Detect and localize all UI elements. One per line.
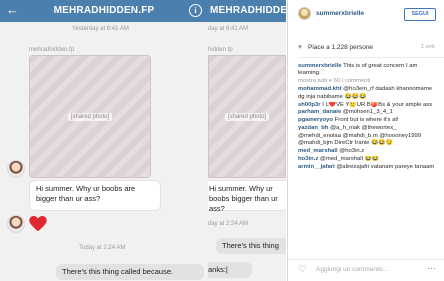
outgoing-message-bubble-cropped-1: There's this thing [216, 238, 286, 254]
comment-item: mohammad.kht @ho3ein_rf dadash khanoomam… [298, 86, 436, 101]
sender-name: mehradhidden.fp [29, 47, 75, 53]
comment-item: sh00p3r I L❤️VE Y🙂UR B🍑Bs & your ample a… [298, 102, 436, 109]
more-options-icon[interactable]: ··· [427, 263, 436, 273]
comment-item: parham_danaie @mohsen1_3_4_1 [298, 109, 436, 116]
comment-username[interactable]: pgameryoyo [298, 117, 333, 123]
likes-row: ♥ Piace a 1,228 persone 1 sett. [288, 43, 444, 53]
comment-username[interactable]: summerxbrielle [298, 63, 342, 69]
dm-panel-cropped: MEHRADHIDDEN.FP day at 6:41 AM hidden.fp… [208, 0, 286, 281]
comment-item: summerxbrielle This is of great concern … [298, 63, 436, 78]
follow-button[interactable]: SEGUI [404, 8, 436, 21]
comment-text: @alirezajafri vatanam pareye tanaam [334, 163, 435, 170]
timestamp-today: Today at 2:24 AM [79, 245, 126, 251]
photo-placeholder: [shared photo] [29, 55, 151, 178]
photo-placeholder-label: [shared photo] [67, 112, 113, 121]
comment-username[interactable]: med_marshall [298, 148, 338, 154]
heart-icon [29, 216, 47, 232]
profile-avatar[interactable] [298, 7, 311, 20]
instagram-post-panel: summerxbrielle SEGUI ♥ Piace a 1,228 per… [287, 0, 444, 281]
dm-title: MEHRADHIDDEN.FP [53, 5, 155, 16]
sender-name-cropped: hidden.fp [208, 47, 233, 53]
like-heart-icon[interactable]: ♡ [298, 265, 307, 275]
comment-item: pgameryoyo Front but is where it's at! [298, 117, 436, 124]
likes-count[interactable]: Piace a 1,228 persone [308, 44, 373, 51]
comment-item: armin__jafari @alirezajafri vatanam pare… [298, 164, 436, 171]
likes-heart-icon: ♥ [298, 44, 303, 51]
comments-list: summerxbrielle This is of great concern … [298, 63, 436, 172]
comment-username[interactable]: sh00p3r [298, 102, 321, 108]
sender-avatar-2[interactable] [7, 215, 25, 233]
comment-text: I L❤️VE Y🙂UR B🍑Bs & your ample ass [320, 101, 433, 108]
comment-item: yazdan_bh @a_h_niak @thewortex_ @mehdi_e… [298, 125, 436, 147]
timestamp-yesterday-cropped: day at 6:41 AM [208, 26, 249, 32]
comment-text: @ho3in.z [337, 147, 365, 154]
comment-username[interactable]: mohammad.kht [298, 86, 342, 92]
incoming-message-bubble-cropped: Hi summer. Why ur boobs bigger than ur a… [208, 180, 286, 213]
outgoing-message-bubble: There's this thing called because. [56, 264, 204, 280]
comment-text: Front but is where it's at! [333, 117, 399, 124]
post-username[interactable]: summerxbrielle [316, 10, 364, 17]
comment-item: ho3in.z @med_marshall 😂😂 [298, 156, 436, 163]
comment-text: @med_marshall 😂😂 [318, 155, 380, 162]
show-all-comments-link[interactable]: mostra tutti e 60 i commenti [298, 78, 436, 85]
timestamp-today-cropped: day at 2:24 AM [208, 221, 249, 227]
comment-username[interactable]: armin__jafari [298, 164, 335, 170]
photo-placeholder-cropped: [shared photo] [208, 55, 286, 178]
dm-title-cropped: MEHRADHIDDEN.FP [210, 5, 286, 16]
post-header: summerxbrielle SEGUI [288, 0, 444, 28]
dm-header: ← MEHRADHIDDEN.FP i [0, 0, 208, 22]
divider [298, 57, 444, 58]
timestamp-yesterday: Yesterday at 6:41 AM [72, 26, 129, 32]
dm-panel: ← MEHRADHIDDEN.FP i Yesterday at 6:41 AM… [0, 0, 208, 281]
photo-placeholder-label-cropped: [shared photo] [224, 112, 270, 121]
dm-header-cropped: MEHRADHIDDEN.FP [208, 0, 286, 22]
post-time: 1 sett. [421, 44, 436, 50]
sender-avatar[interactable] [7, 160, 25, 178]
comment-text: @mohsen1_3_4_1 [341, 109, 393, 116]
comment-username[interactable]: ho3in.z [298, 156, 318, 162]
outgoing-message-bubble-cropped-2: anks:| [208, 262, 252, 278]
shared-photo-cropped[interactable]: [shared photo] [208, 55, 286, 178]
info-icon[interactable]: i [189, 4, 202, 17]
comment-username[interactable]: yazdan_bh [298, 125, 328, 131]
shared-photo[interactable]: [shared photo] [29, 55, 151, 178]
incoming-message-bubble: Hi summer. Why ur boobs are bigger than … [29, 180, 161, 211]
comment-username[interactable]: parham_danaie [298, 109, 341, 115]
comment-bar: ♡ Aggiungi un commento... ··· [288, 259, 444, 281]
comment-input[interactable]: Aggiungi un commento... [316, 266, 388, 273]
comment-item: med_marshall @ho3in.z [298, 148, 436, 155]
